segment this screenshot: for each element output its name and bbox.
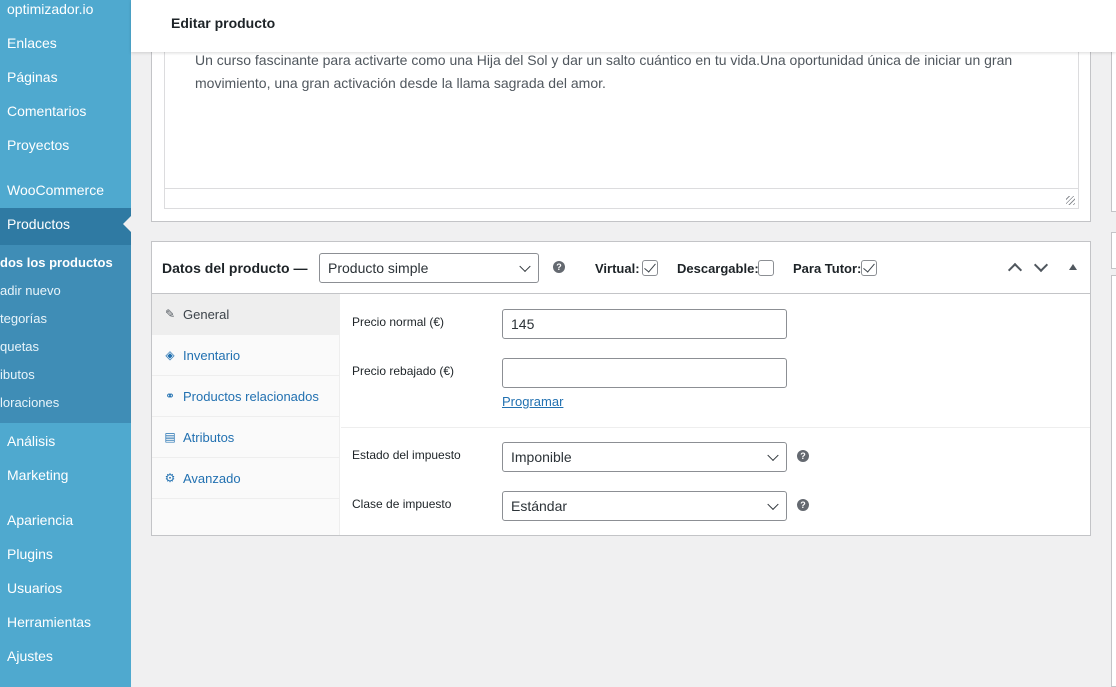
tab-label: Inventario (183, 348, 241, 363)
menu-item-marketing[interactable]: Marketing (7, 467, 68, 483)
sidebar-metabox-edge-2 (1111, 232, 1116, 269)
tag-icon: ◈ (165, 348, 175, 362)
tax-class-label: Clase de impuesto (352, 497, 452, 511)
regular-price-value: 145 (511, 316, 535, 332)
sale-price-input[interactable] (502, 358, 787, 388)
sidebar-metabox-edge-3 (1111, 275, 1116, 687)
page-title: Editar producto (171, 15, 276, 31)
menu-item-site[interactable]: optimizador.io (7, 1, 93, 17)
tab-label: Avanzado (183, 471, 241, 486)
menu-item-analisis[interactable]: Análisis (7, 433, 55, 449)
top-header: Editar producto (131, 0, 1116, 52)
product-data-panel: Datos del producto — Producto simple ? V… (151, 241, 1091, 536)
help-icon[interactable]: ? (797, 499, 809, 511)
submenu-etiquetas[interactable]: quetas (0, 339, 39, 354)
productos-submenu: dos los productos adir nuevo tegorías qu… (0, 245, 131, 423)
regular-price-input[interactable]: 145 (502, 309, 787, 339)
product-type-value: Producto simple (328, 260, 429, 276)
editor-statusbar (165, 188, 1078, 208)
menu-item-enlaces[interactable]: Enlaces (7, 35, 57, 51)
virtual-label: Virtual: (595, 261, 640, 276)
product-data-tabs: ✎ General ◈ Inventario ⚭ Productos relac… (152, 294, 340, 535)
description-editor-box: Un curso fascinante para activarte como … (151, 40, 1091, 222)
chevron-down-icon (767, 498, 779, 511)
move-up-icon[interactable] (1007, 262, 1023, 278)
menu-item-productos[interactable]: Productos (7, 216, 70, 232)
product-data-title: Datos del producto — (162, 260, 308, 276)
tax-status-label: Estado del impuesto (352, 448, 461, 462)
tax-status-value: Imponible (511, 449, 572, 465)
help-icon[interactable]: ? (797, 450, 809, 462)
menu-item-plugins[interactable]: Plugins (7, 546, 53, 562)
menu-item-woocommerce[interactable]: WooCommerce (7, 182, 104, 198)
chevron-down-icon (519, 260, 531, 273)
tab-label: Productos relacionados (183, 389, 319, 404)
tax-status-select[interactable]: Imponible (502, 442, 787, 472)
sidebar-metabox-edge (1111, 40, 1116, 212)
sale-price-label: Precio rebajado (€) (352, 364, 455, 378)
menu-item-paginas[interactable]: Páginas (7, 69, 58, 85)
tab-atributos[interactable]: ▤ Atributos (152, 417, 340, 458)
tab-label: Atributos (183, 430, 235, 445)
collapse-toggle-icon[interactable] (1069, 264, 1077, 270)
downloadable-label: Descargable: (677, 261, 759, 276)
current-menu-arrow (123, 216, 131, 232)
tab-label: General (183, 307, 230, 322)
tutor-label: Para Tutor: (793, 261, 862, 276)
submenu-todos-productos[interactable]: dos los productos (0, 255, 113, 270)
section-divider (341, 427, 1090, 428)
description-editor[interactable]: Un curso fascinante para activarte como … (164, 41, 1079, 209)
menu-item-comentarios[interactable]: Comentarios (7, 103, 86, 119)
menu-item-ajustes[interactable]: Ajustes (7, 648, 53, 664)
list-icon: ▤ (164, 430, 176, 444)
menu-item-apariencia[interactable]: Apariencia (7, 512, 73, 528)
product-type-select[interactable]: Producto simple (319, 253, 539, 283)
menu-item-herramientas[interactable]: Herramientas (7, 614, 91, 630)
regular-price-label: Precio normal (€) (352, 315, 445, 329)
submenu-valoraciones[interactable]: loraciones (0, 395, 59, 410)
product-data-header: Datos del producto — Producto simple ? V… (152, 242, 1090, 294)
virtual-checkbox[interactable] (642, 260, 658, 276)
tutor-checkbox[interactable] (861, 260, 877, 276)
move-down-icon[interactable] (1033, 257, 1049, 273)
help-icon[interactable]: ? (553, 261, 565, 273)
submenu-categorias[interactable]: tegorías (0, 311, 47, 326)
resize-handle-icon[interactable] (1066, 196, 1075, 205)
submenu-anadir-nuevo[interactable]: adir nuevo (0, 283, 61, 298)
schedule-link[interactable]: Programar (502, 394, 563, 409)
wrench-icon: ✎ (164, 307, 176, 321)
editor-content[interactable]: Un curso fascinante para activarte como … (195, 49, 1055, 95)
tab-productos-relacionados[interactable]: ⚭ Productos relacionados (152, 376, 340, 417)
tab-general[interactable]: ✎ General (152, 294, 340, 335)
tab-avanzado[interactable]: ⚙ Avanzado (152, 458, 340, 499)
downloadable-checkbox[interactable] (758, 260, 774, 276)
menu-item-proyectos[interactable]: Proyectos (7, 137, 69, 153)
submenu-atributos[interactable]: ibutos (0, 367, 35, 382)
gear-icon: ⚙ (164, 471, 176, 485)
menu-item-usuarios[interactable]: Usuarios (7, 580, 62, 596)
chevron-down-icon (767, 449, 779, 462)
link-icon: ⚭ (164, 389, 176, 403)
tax-class-value: Estándar (511, 498, 568, 514)
tab-inventario[interactable]: ◈ Inventario (152, 335, 340, 376)
tax-class-select[interactable]: Estándar (502, 491, 787, 521)
admin-sidebar: optimizador.io Enlaces Páginas Comentari… (0, 0, 131, 687)
